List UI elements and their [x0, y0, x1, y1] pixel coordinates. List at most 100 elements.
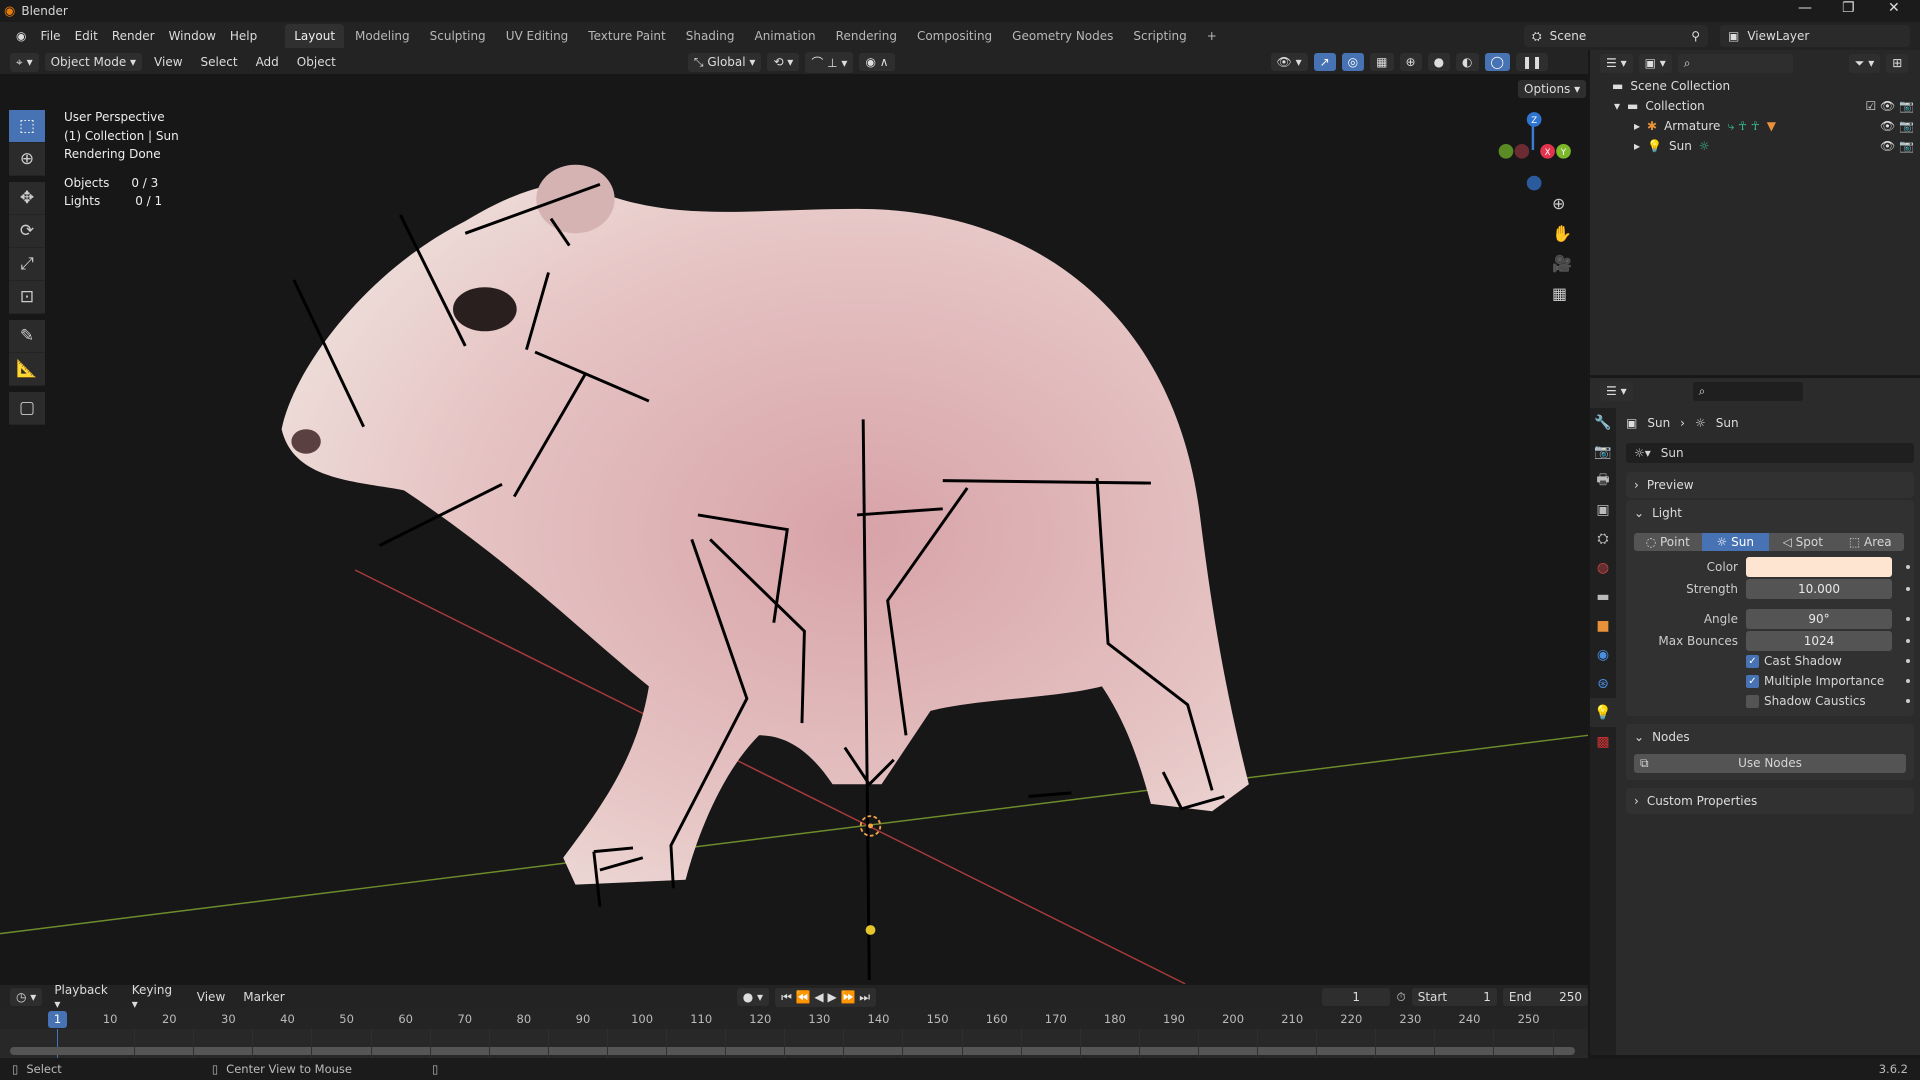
object-tab-icon[interactable]: ■ [1590, 611, 1616, 640]
tab-animation[interactable]: Animation [745, 24, 824, 48]
move-tool[interactable]: ✥ [9, 182, 45, 215]
menu-timeline-view[interactable]: View [191, 987, 231, 1007]
angle-field[interactable]: 90° [1746, 609, 1892, 629]
tab-geometry-nodes[interactable]: Geometry Nodes [1003, 24, 1122, 48]
keyframe-dot[interactable] [1906, 565, 1910, 569]
start-frame-field[interactable]: Start 1 [1411, 988, 1497, 1006]
scale-tool[interactable]: ⤢ [9, 248, 45, 281]
keyframe-dot[interactable] [1906, 587, 1910, 591]
texture-tab-icon[interactable]: ▩ [1590, 727, 1616, 756]
tab-texture-paint[interactable]: Texture Paint [579, 24, 674, 48]
editor-type-button[interactable]: ⌖ ▾ [10, 52, 39, 72]
checkbox-checked-icon[interactable]: ✓ [1746, 654, 1759, 668]
light-datablock-selector[interactable]: ☼▾ Sun [1626, 443, 1914, 463]
visibility-toggles[interactable]: 👁 📷 [1880, 139, 1914, 153]
strength-field[interactable]: 10.000 [1746, 579, 1892, 599]
outliner-item-armature[interactable]: ▸ ✱ Armature ⤷ ☥ ☥ ▼ 👁 📷 [1634, 116, 1914, 136]
outliner-search[interactable]: ⌕ [1677, 54, 1793, 73]
view-layer-tab-icon[interactable]: ▣ [1590, 495, 1616, 524]
render-tab-icon[interactable]: 📷 [1590, 437, 1616, 466]
checkbox-unchecked-icon[interactable] [1746, 694, 1759, 708]
annotate-tool[interactable]: ✎ [9, 320, 45, 353]
shading-solid[interactable]: ● [1427, 53, 1451, 71]
overlay-toggle[interactable]: ◎ [1341, 53, 1365, 71]
shading-material[interactable]: ◐ [1456, 53, 1479, 71]
visibility-dropdown[interactable]: 👁 ▾ [1270, 53, 1308, 71]
menu-add[interactable]: Add [250, 52, 285, 72]
add-workspace-button[interactable]: + [1198, 24, 1226, 48]
3d-viewport[interactable]: Z X Y Options ▾ User Perspective (1) Col… [0, 74, 1588, 984]
datablock-name[interactable]: Sun [1661, 446, 1684, 460]
tab-uv-editing[interactable]: UV Editing [497, 24, 578, 48]
rotate-tool[interactable]: ⟳ [9, 215, 45, 248]
light-type-selector[interactable]: ◌ Point ☼ Sun ◁ Spot ⬚ Area [1634, 533, 1904, 551]
outliner-item-sun[interactable]: ▸ 💡 Sun ☼ 👁 📷 [1634, 136, 1914, 156]
tab-sculpting[interactable]: Sculpting [421, 24, 495, 48]
collection-row[interactable]: ▾ ▬ Collection ☑ 👁 📷 [1614, 96, 1914, 116]
scene-name[interactable]: Scene [1550, 29, 1587, 43]
max-bounces-field[interactable]: 1024 [1746, 631, 1892, 651]
minimize-button[interactable]: — [1798, 0, 1812, 16]
scene-collection-row[interactable]: ▬ Scene Collection [1612, 76, 1730, 96]
expand-arrow-icon[interactable]: ▾ [1614, 99, 1620, 113]
cast-shadow-checkbox[interactable]: ✓ Cast Shadow [1746, 654, 1914, 668]
timeline-scrollbar[interactable] [10, 1047, 1575, 1055]
tab-modeling[interactable]: Modeling [346, 24, 419, 48]
tab-rendering[interactable]: Rendering [827, 24, 906, 48]
visibility-toggles[interactable]: 👁 📷 [1880, 119, 1914, 133]
new-collection-button[interactable]: ⊞ [1886, 54, 1909, 73]
pivot-dropdown[interactable]: ⟲ ▾ [767, 53, 800, 71]
current-frame-field[interactable]: 1 [1322, 988, 1391, 1006]
scene-selector[interactable]: ⛭ Scene ⚲ [1524, 25, 1708, 47]
light-type-point[interactable]: ◌ Point [1634, 533, 1702, 551]
tool-tab-icon[interactable]: 🔧 [1590, 408, 1616, 437]
pan-hand-icon[interactable]: ✋ [1552, 224, 1572, 243]
end-frame-field[interactable]: End 250 [1502, 988, 1588, 1006]
scene-tab-icon[interactable]: ⛭ [1590, 524, 1616, 553]
pause-render-button[interactable]: ❚❚ [1515, 53, 1549, 71]
menu-render[interactable]: Render [106, 26, 161, 46]
menu-view[interactable]: View [148, 52, 188, 72]
tab-scripting[interactable]: Scripting [1124, 24, 1195, 48]
zoom-icon[interactable]: ⊕ [1552, 194, 1565, 213]
auto-keying-toggle[interactable]: ● ▾ [736, 988, 770, 1006]
keyframe-dot[interactable] [1906, 639, 1910, 643]
blender-menu-icon[interactable]: ◉ [10, 26, 32, 46]
output-tab-icon[interactable]: 🖶 [1590, 466, 1616, 495]
custom-properties-panel[interactable]: › Custom Properties [1626, 788, 1914, 814]
light-type-area[interactable]: ⬚ Area [1837, 533, 1905, 551]
menu-window[interactable]: Window [163, 26, 222, 46]
light-data-tab-icon[interactable]: 💡 [1590, 698, 1616, 727]
menu-file[interactable]: File [34, 26, 66, 46]
select-box-tool[interactable]: ⬚ [9, 110, 45, 143]
menu-help[interactable]: Help [224, 26, 263, 46]
display-mode-dropdown[interactable]: ▣ ▾ [1638, 54, 1672, 73]
nodes-panel-header[interactable]: ⌄ Nodes [1626, 724, 1914, 750]
maximize-button[interactable]: ❐ [1842, 0, 1855, 16]
exclude-checkbox[interactable]: ☑ 👁 📷 [1865, 99, 1914, 113]
outliner-editor-type[interactable]: ☰ ▾ [1600, 54, 1633, 73]
playhead[interactable]: 1 [48, 1011, 67, 1028]
cursor-tool[interactable]: ⊕ [9, 143, 45, 176]
playback-controls[interactable]: ⏮ ⏪ ◀ ▶ ⏩ ⏭ [775, 987, 877, 1007]
light-panel-header[interactable]: ⌄ Light [1626, 500, 1914, 526]
properties-editor-type[interactable]: ☰ ▾ [1600, 382, 1633, 401]
mode-dropdown[interactable]: Object Mode ▾ [44, 53, 143, 71]
world-tab-icon[interactable]: ◍ [1590, 553, 1616, 582]
constraints-tab-icon[interactable]: ⊛ [1590, 669, 1616, 698]
multiple-importance-checkbox[interactable]: ✓ Multiple Importance [1746, 674, 1914, 688]
collection-tab-icon[interactable]: ▬ [1590, 582, 1616, 611]
timeline-editor-type[interactable]: ◷ ▾ [10, 988, 43, 1006]
measure-tool[interactable]: 📐 [9, 353, 45, 386]
gizmo-toggle[interactable]: ↗ [1313, 53, 1336, 71]
ortho-grid-icon[interactable]: ▦ [1552, 284, 1567, 303]
xray-toggle[interactable]: ▦ [1370, 53, 1394, 71]
expand-arrow-icon[interactable]: ▸ [1634, 119, 1640, 133]
menu-marker[interactable]: Marker [237, 987, 290, 1007]
frame-ruler[interactable]: 1 10 20 30 40 50 60 70 80 90 100 110 120 130 140 150 160… [0, 1009, 1588, 1029]
physics-tab-icon[interactable]: ◉ [1590, 640, 1616, 669]
pin-icon[interactable]: ⚲ [1691, 29, 1700, 43]
checkbox-checked-icon[interactable]: ✓ [1746, 674, 1759, 688]
expand-arrow-icon[interactable]: ▸ [1634, 139, 1640, 153]
light-type-sun[interactable]: ☼ Sun [1701, 533, 1769, 551]
